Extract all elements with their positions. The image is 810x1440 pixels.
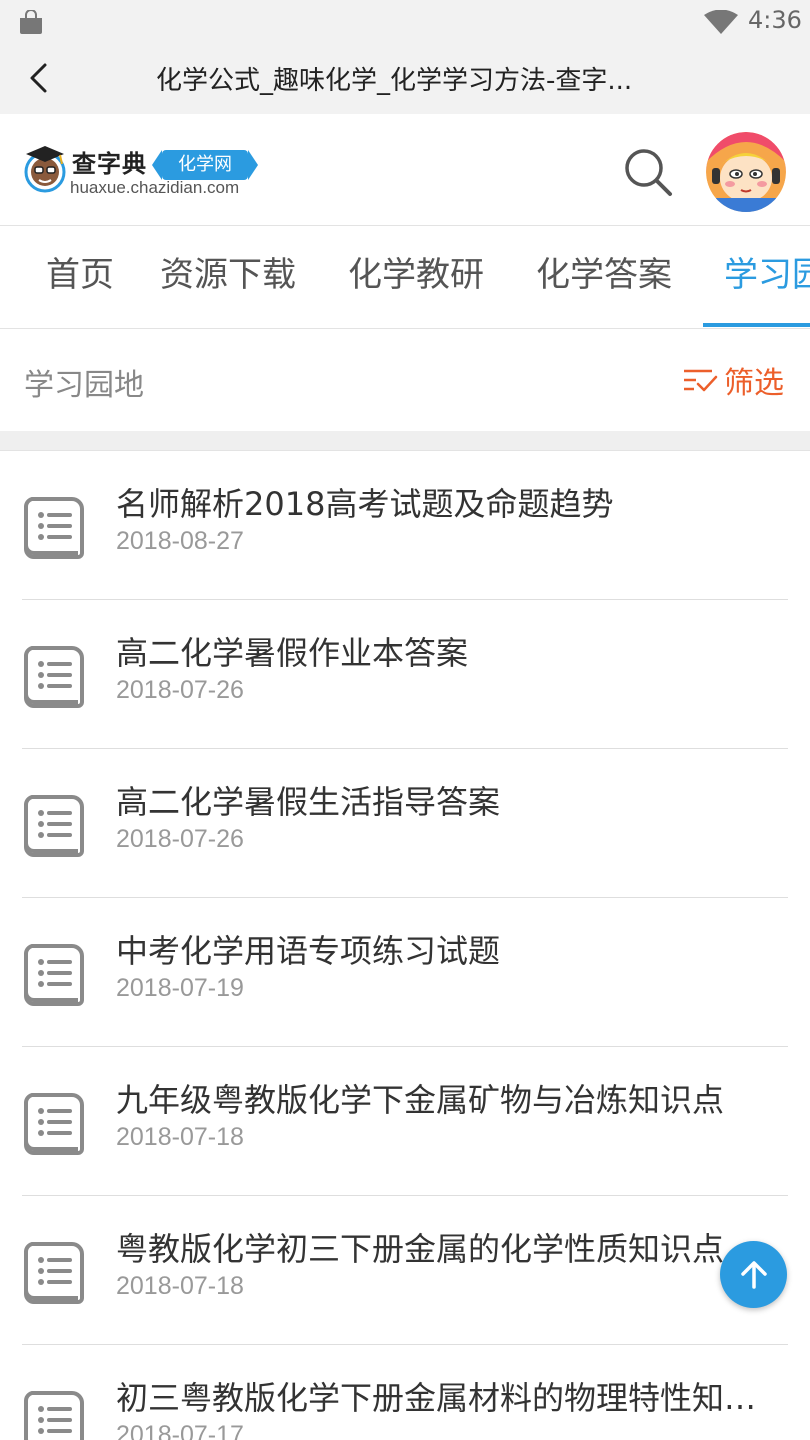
filter-button[interactable]: 筛选 bbox=[682, 358, 784, 402]
search-icon bbox=[625, 149, 672, 196]
site-header: 查字典 化学网 huaxue.chazidian.com bbox=[0, 114, 810, 226]
article-title: 初三粤教版化学下册金属材料的物理特性知识点 bbox=[116, 1379, 786, 1417]
avatar-cartoon-icon bbox=[706, 132, 786, 212]
document-list-icon bbox=[24, 497, 84, 559]
article-title: 高二化学暑假生活指导答案 bbox=[116, 783, 501, 821]
logo-domain: huaxue.chazidian.com bbox=[70, 178, 240, 197]
document-list-icon bbox=[24, 646, 84, 708]
active-tab-indicator bbox=[703, 323, 810, 327]
logo-name: 查字典 bbox=[72, 150, 147, 178]
user-avatar[interactable] bbox=[706, 132, 786, 212]
article-title: 名师解析2018高考试题及命题趋势 bbox=[116, 485, 614, 523]
list-item[interactable]: 高二化学暑假作业本答案 2018-07-26 bbox=[0, 600, 810, 749]
filter-label: 筛选 bbox=[724, 366, 784, 401]
section-divider bbox=[0, 431, 810, 451]
list-item[interactable]: 初三粤教版化学下册金属材料的物理特性知识点 2018-07-17 bbox=[0, 1345, 810, 1440]
article-date: 2018-07-26 bbox=[116, 676, 244, 704]
list-item[interactable]: 粤教版化学初三下册金属的化学性质知识点 2018-07-18 bbox=[0, 1196, 810, 1345]
article-title: 中考化学用语专项练习试题 bbox=[116, 932, 501, 970]
status-time: 4:36 bbox=[748, 6, 802, 34]
tab-study-garden[interactable]: 学习园地 bbox=[724, 227, 810, 327]
article-date: 2018-07-19 bbox=[116, 974, 244, 1002]
document-list-icon bbox=[24, 1242, 84, 1304]
article-title: 高二化学暑假作业本答案 bbox=[116, 634, 469, 672]
list-item[interactable]: 中考化学用语专项练习试题 2018-07-19 bbox=[0, 898, 810, 1047]
search-button[interactable] bbox=[622, 146, 674, 198]
document-list-icon bbox=[24, 1093, 84, 1155]
filter-check-icon bbox=[684, 369, 718, 392]
tab-teaching-research[interactable]: 化学教研 bbox=[348, 227, 484, 327]
section-title: 学习园地 bbox=[24, 368, 144, 403]
site-logo[interactable]: 查字典 化学网 huaxue.chazidian.com bbox=[20, 140, 260, 204]
back-button[interactable] bbox=[20, 56, 56, 100]
list-item[interactable]: 九年级粤教版化学下金属矿物与冶炼知识点 2018-07-18 bbox=[0, 1047, 810, 1196]
arrow-up-icon bbox=[740, 1260, 767, 1289]
category-tabs: 首页 资源下载 化学教研 化学答案 学习园地 bbox=[0, 227, 810, 329]
scroll-top-button[interactable] bbox=[720, 1241, 787, 1308]
title-bar: 化学公式_趣味化学_化学学习方法-查字... bbox=[0, 44, 810, 114]
article-date: 2018-08-27 bbox=[116, 527, 244, 555]
document-list-icon bbox=[24, 1391, 84, 1440]
tab-answers[interactable]: 化学答案 bbox=[536, 227, 672, 327]
shopping-bag-icon bbox=[20, 10, 42, 34]
document-list-icon bbox=[24, 944, 84, 1006]
chevron-left-icon bbox=[30, 63, 47, 93]
article-date: 2018-07-26 bbox=[116, 825, 244, 853]
wifi-icon bbox=[704, 10, 738, 34]
article-title: 九年级粤教版化学下金属矿物与冶炼知识点 bbox=[116, 1081, 725, 1119]
article-date: 2018-07-18 bbox=[116, 1272, 244, 1300]
status-bar: 4:36 bbox=[0, 0, 810, 44]
section-bar: 学习园地 筛选 bbox=[0, 330, 810, 430]
article-title: 粤教版化学初三下册金属的化学性质知识点 bbox=[116, 1230, 725, 1268]
logo-tag: 化学网 bbox=[152, 150, 258, 180]
list-item[interactable]: 高二化学暑假生活指导答案 2018-07-26 bbox=[0, 749, 810, 898]
list-item[interactable]: 名师解析2018高考试题及命题趋势 2018-08-27 bbox=[0, 451, 810, 600]
article-date: 2018-07-18 bbox=[116, 1123, 244, 1151]
mascot-logo-icon bbox=[24, 146, 66, 193]
tab-home[interactable]: 首页 bbox=[46, 227, 114, 327]
document-list-icon bbox=[24, 795, 84, 857]
page-title: 化学公式_趣味化学_化学学习方法-查字... bbox=[156, 66, 633, 96]
article-date: 2018-07-17 bbox=[116, 1421, 244, 1440]
tab-downloads[interactable]: 资源下载 bbox=[160, 227, 296, 327]
